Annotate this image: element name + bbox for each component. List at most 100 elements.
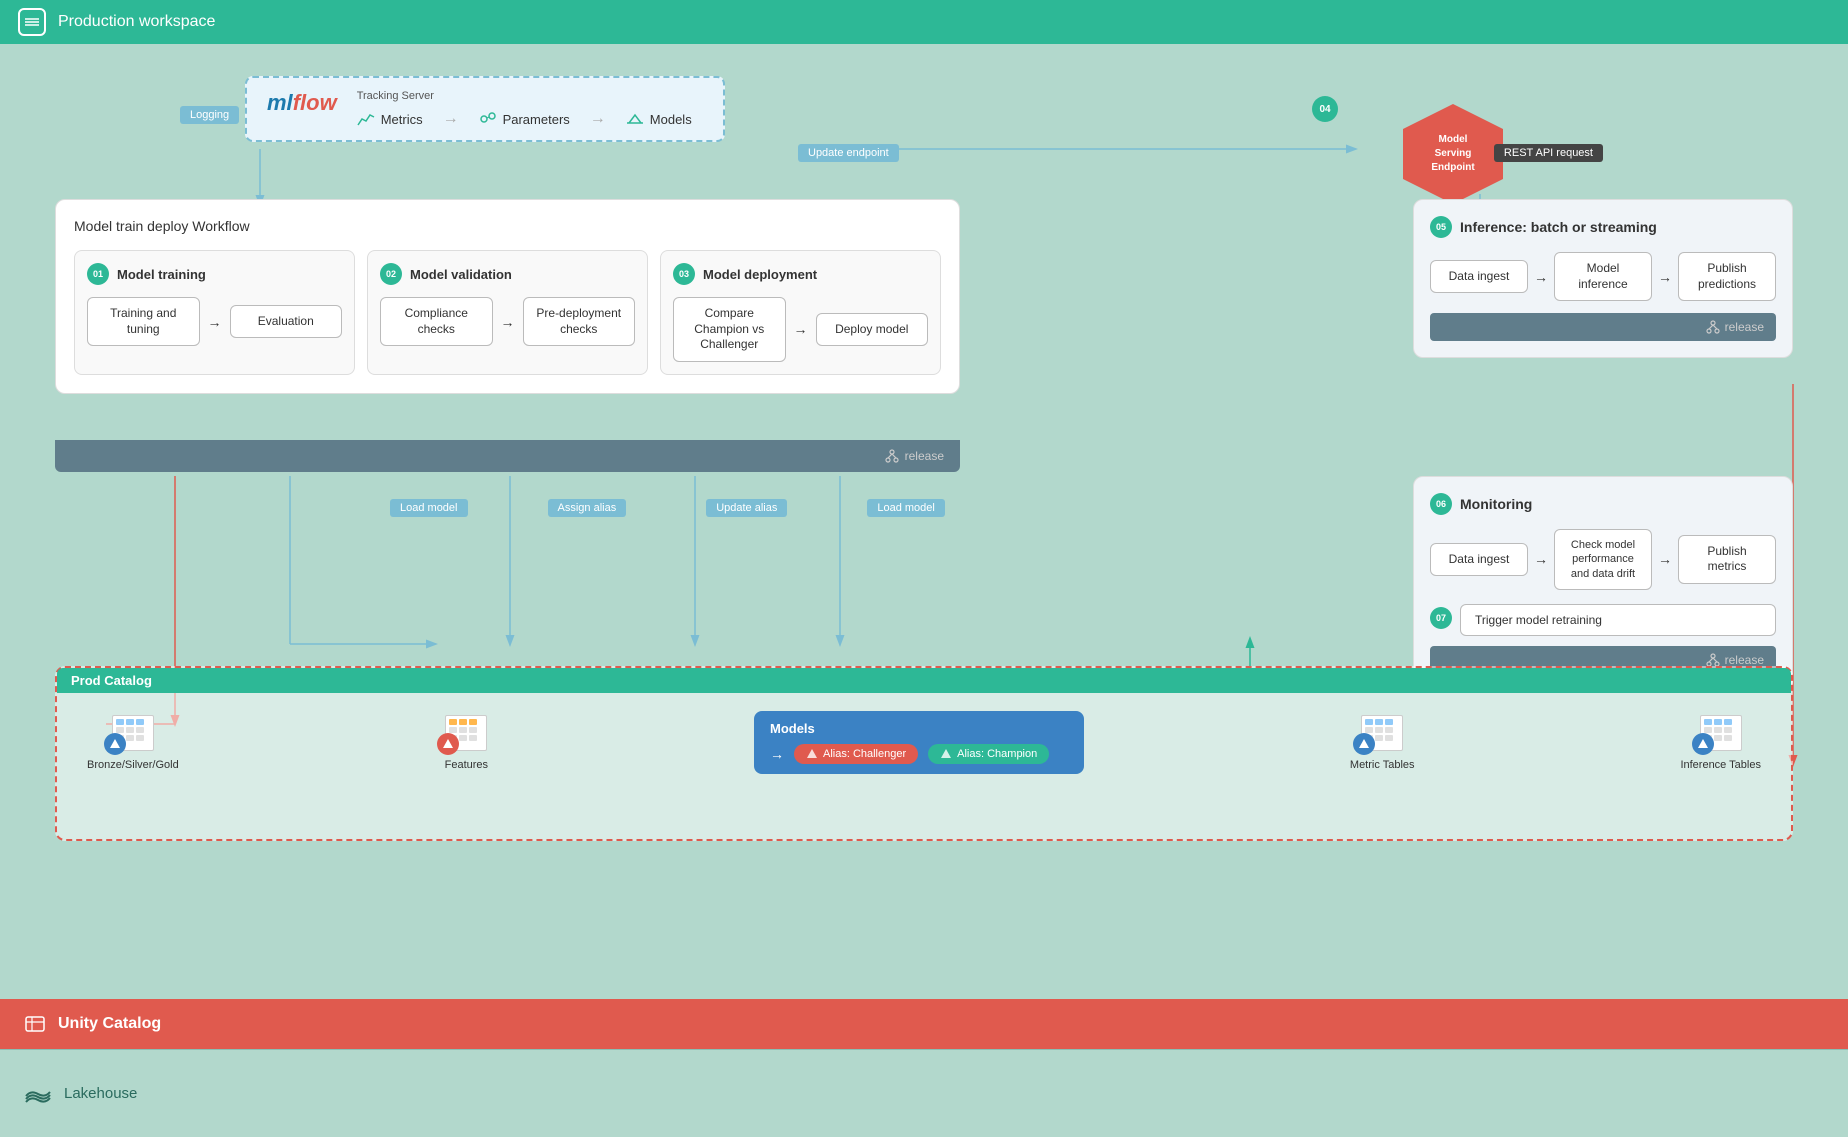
step-compliance: Compliance checks: [380, 297, 493, 346]
unity-catalog-bar: Unity Catalog: [0, 999, 1848, 1049]
trigger-box: Trigger model retraining: [1460, 604, 1776, 636]
monitoring-badge: 06: [1430, 493, 1452, 515]
top-bar: Production workspace: [0, 0, 1848, 44]
section-header-03: 03 Model deployment: [673, 263, 928, 285]
inference-data-ingest: Data ingest: [1430, 260, 1528, 294]
trigger-badge: 07: [1430, 607, 1452, 629]
step-training: Training and tuning: [87, 297, 200, 346]
update-endpoint-label: Update endpoint: [798, 144, 899, 162]
inference-arrow-2: →: [1658, 269, 1672, 285]
features-circle-icon: [437, 733, 459, 755]
app-icon: [18, 8, 46, 36]
load-model-1-label: Load model: [390, 499, 468, 517]
monitoring-arrow-1: →: [1534, 551, 1548, 567]
arrow-03: →: [794, 321, 808, 337]
catalog-features-label: Features: [445, 759, 488, 771]
step-predeployment: Pre-deployment checks: [523, 297, 636, 346]
load-model-2-label: Load model: [867, 499, 945, 517]
unity-catalog-label: Unity Catalog: [58, 1015, 161, 1033]
workflow-section-01: 01 Model training Training and tuning → …: [74, 250, 355, 375]
section-header-02: 02 Model validation: [380, 263, 635, 285]
models-catalog-title: Models: [770, 721, 1068, 736]
features-icon-wrapper: [445, 715, 487, 751]
alias-arrow: →: [770, 746, 784, 762]
arrow-02: →: [501, 314, 515, 330]
prod-catalog-content: Bronze/Silver/Gold: [57, 693, 1791, 792]
monitoring-header: 06 Monitoring: [1430, 493, 1776, 515]
monitoring-box: 06 Monitoring Data ingest → Check model …: [1413, 476, 1793, 691]
inference-publish: Publish predictions: [1678, 252, 1776, 301]
lakehouse-icon: [24, 1083, 52, 1105]
section-steps-03: Compare Champion vs Challenger → Deploy …: [673, 297, 928, 362]
section-title-03: Model deployment: [703, 267, 817, 282]
bsg-circle-icon: [104, 733, 126, 755]
alias-champion: Alias: Champion: [928, 744, 1049, 764]
mlflow-parameters: Parameters: [479, 111, 570, 127]
tracking-server-label: Tracking Server: [357, 90, 703, 102]
main-canvas: mlflow Tracking Server Metrics → Paramet…: [0, 44, 1848, 1137]
inference-release-label: release: [1725, 320, 1764, 334]
section-badge-02: 02: [380, 263, 402, 285]
inference-title: Inference: batch or streaming: [1460, 219, 1657, 235]
step-compare: Compare Champion vs Challenger: [673, 297, 786, 362]
workflow-release-bar: release: [55, 440, 960, 472]
catalog-metric-label: Metric Tables: [1350, 759, 1415, 771]
model-serving-container: ModelServingEndpoint: [1398, 99, 1508, 209]
step-deploy: Deploy model: [816, 313, 929, 347]
monitoring-title: Monitoring: [1460, 496, 1532, 512]
monitoring-git-icon: [1706, 653, 1720, 667]
monitoring-steps: Data ingest → Check model performance an…: [1430, 529, 1776, 590]
catalog-inference-tables: Inference Tables: [1680, 715, 1761, 771]
logging-label: Logging: [180, 106, 239, 124]
bsg-icon-wrapper: [112, 715, 154, 751]
inference-steps: Data ingest → Model inference → Publish …: [1430, 252, 1776, 301]
metric-circle-icon: [1353, 733, 1375, 755]
mlflow-items: Metrics → Parameters → Models: [357, 110, 703, 128]
unity-catalog-icon: [24, 1013, 46, 1035]
catalog-bsg-label: Bronze/Silver/Gold: [87, 759, 179, 771]
inference-arrow-1: →: [1534, 269, 1548, 285]
models-catalog-box: Models → Alias: Challenger Alias: Champi…: [754, 711, 1084, 774]
mlflow-models: Models: [626, 111, 692, 127]
inference-release-bar: release: [1430, 313, 1776, 341]
section-steps-02: Compliance checks → Pre-deployment check…: [380, 297, 635, 346]
mlflow-tracking-box: mlflow Tracking Server Metrics → Paramet…: [245, 76, 725, 142]
inference-tables-icon-wrapper: [1700, 715, 1742, 751]
section-header-01: 01 Model training: [87, 263, 342, 285]
monitoring-data-ingest: Data ingest: [1430, 543, 1528, 577]
lakehouse-bar: Lakehouse: [0, 1049, 1848, 1137]
monitoring-arrow-2: →: [1658, 551, 1672, 567]
monitoring-publish: Publish metrics: [1678, 535, 1776, 584]
models-aliases: → Alias: Challenger Alias: Champion: [770, 744, 1068, 764]
metric-tables-icon-wrapper: [1361, 715, 1403, 751]
inference-model-inference: Model inference: [1554, 252, 1652, 301]
inference-badge: 05: [1430, 216, 1452, 238]
trigger-row: 07 Trigger model retraining: [1430, 600, 1776, 636]
workflow-release-label: release: [905, 449, 944, 463]
page-title: Production workspace: [58, 13, 215, 31]
catalog-metric-tables: Metric Tables: [1350, 715, 1415, 771]
workflow-box: Model train deploy Workflow 01 Model tra…: [55, 199, 960, 394]
arrow-01: →: [208, 314, 222, 330]
rest-api-label: REST API request: [1494, 144, 1603, 162]
section-title-02: Model validation: [410, 267, 512, 282]
mlflow-metrics: Metrics: [357, 111, 423, 127]
update-alias-label: Update alias: [706, 499, 787, 517]
model-serving-badge: 04: [1312, 96, 1338, 122]
workflow-section-03: 03 Model deployment Compare Champion vs …: [660, 250, 941, 375]
section-steps-01: Training and tuning → Evaluation: [87, 297, 342, 346]
workflow-action-labels: Load model Assign alias Update alias Loa…: [390, 499, 945, 517]
assign-alias-label: Assign alias: [548, 499, 627, 517]
section-badge-01: 01: [87, 263, 109, 285]
workflow-sections: 01 Model training Training and tuning → …: [74, 250, 941, 375]
inference-box: 05 Inference: batch or streaming Data in…: [1413, 199, 1793, 358]
catalog-inference-label: Inference Tables: [1680, 759, 1761, 771]
lakehouse-label: Lakehouse: [64, 1085, 137, 1102]
catalog-features: Features: [445, 715, 488, 771]
workflow-title: Model train deploy Workflow: [74, 218, 941, 234]
mlflow-logo: mlflow: [267, 90, 337, 116]
monitoring-release-label: release: [1725, 653, 1764, 667]
section-badge-03: 03: [673, 263, 695, 285]
inference-tables-circle-icon: [1692, 733, 1714, 755]
monitoring-check-model: Check model performance and data drift: [1554, 529, 1652, 590]
